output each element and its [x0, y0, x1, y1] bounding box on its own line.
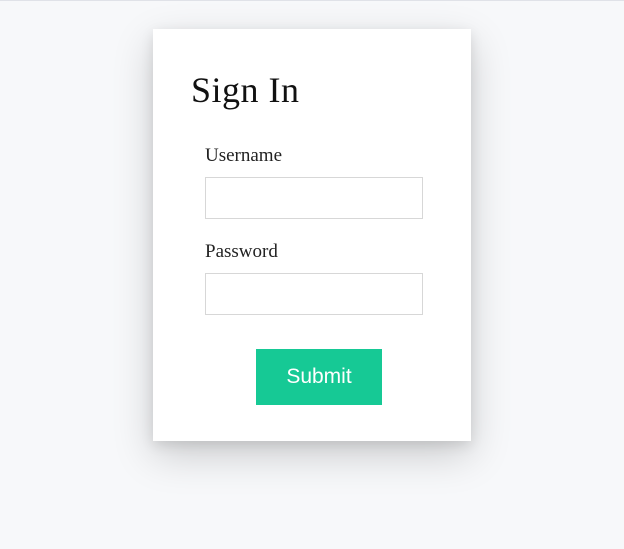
password-group: Password: [205, 241, 433, 315]
signin-form: Username Password Submit: [191, 145, 433, 405]
username-group: Username: [205, 145, 433, 219]
page-title: Sign In: [191, 69, 433, 111]
password-input[interactable]: [205, 273, 423, 315]
password-label: Password: [205, 241, 433, 263]
signin-card: Sign In Username Password Submit: [153, 29, 471, 441]
username-label: Username: [205, 145, 433, 167]
username-input[interactable]: [205, 177, 423, 219]
submit-wrap: Submit: [205, 349, 433, 405]
submit-button[interactable]: Submit: [256, 349, 381, 405]
